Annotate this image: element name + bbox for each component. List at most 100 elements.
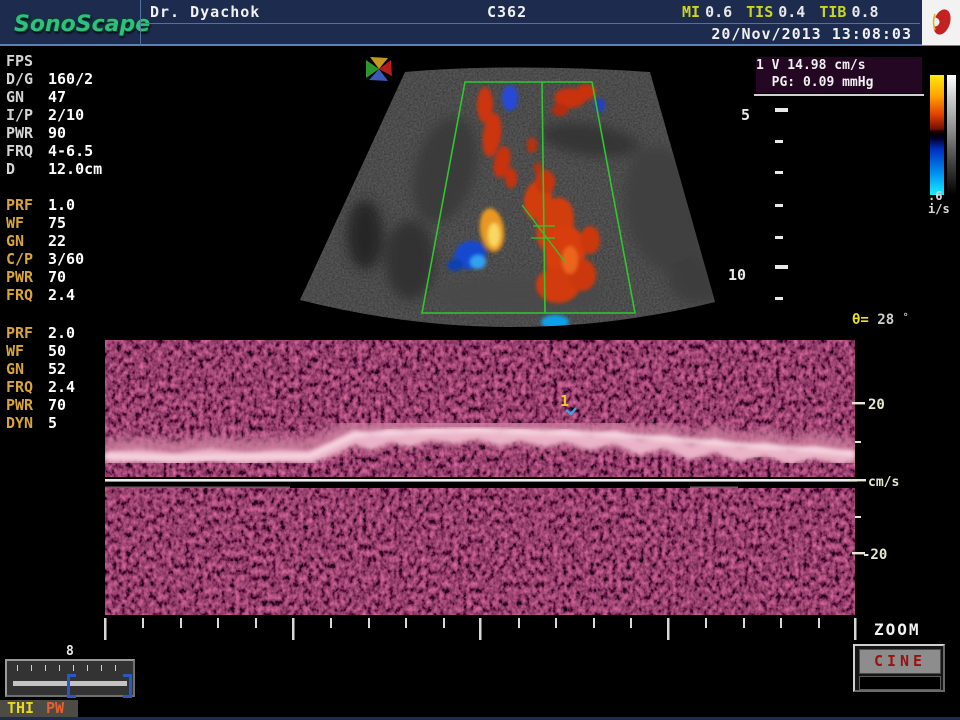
slider-tick: [45, 665, 46, 671]
param-label: PWR: [6, 268, 48, 286]
measurement-pg: PG: 0.09 mmHg: [756, 75, 873, 90]
param-row-prf: PRF1.0: [6, 196, 131, 214]
mi-value: 0.6: [705, 3, 732, 21]
thermal-index-group: MI0.6 TIS 0.4 TIB 0.8: [682, 3, 879, 21]
depth-label-10: 10: [728, 266, 746, 284]
pw-mode-toggle[interactable]: PW: [46, 700, 64, 717]
param-value: 2.4: [48, 378, 75, 396]
param-label: PWR: [6, 396, 48, 414]
param-value: 90: [48, 124, 66, 142]
param-label: D: [6, 160, 48, 178]
param-label: PRF: [6, 324, 48, 342]
param-value: 75: [48, 214, 66, 232]
doppler-angle-readout: θ= 28 °: [852, 312, 909, 328]
param-value: 3/60: [48, 250, 84, 268]
slider-tick: [87, 665, 88, 671]
cine-button[interactable]: CINE: [853, 644, 945, 692]
color-scale-number: .6: [928, 189, 942, 203]
tis-label: TIS: [746, 3, 773, 21]
param-label: GN: [6, 360, 48, 378]
param-label: FRQ: [6, 286, 48, 304]
param-row-depth: D12.0cm: [6, 160, 131, 178]
time-axis: [104, 618, 857, 640]
header-divider-horizontal: [140, 23, 920, 24]
spectral-doppler-display: 20 cm/s -20 1: [90, 338, 900, 640]
param-row-gn: GN47: [6, 88, 131, 106]
theta-symbol: θ=: [852, 312, 869, 328]
cine-progress-well: [859, 676, 941, 690]
axis-label-upper: 20: [868, 397, 885, 413]
grayscale-bar: [947, 75, 956, 195]
cine-scroll-slider[interactable]: [5, 659, 135, 697]
color-param-block: PRF1.0 WF75 GN22 C/P3/60 PWR70 FRQ2.4: [6, 196, 131, 304]
bmode-param-block: FPS D/G160/2 GN47 I/P2/10 PWR90 FRQ4-6.5…: [6, 52, 131, 178]
depth-ruler: 5 10: [728, 106, 788, 300]
theta-unit: °: [903, 312, 909, 323]
baseline-echo-left: [105, 487, 290, 489]
param-row-pwr: PWR70: [6, 268, 131, 286]
slider-tick: [101, 665, 102, 671]
kidney-icon: [922, 0, 960, 45]
param-label: GN: [6, 232, 48, 250]
tib-label: TIB: [819, 3, 846, 21]
thi-mode-toggle[interactable]: THI: [7, 700, 34, 717]
zoom-status-label: ZOOM: [874, 620, 921, 639]
param-row-cp: C/P3/60: [6, 250, 131, 268]
velocity-axis: 20 cm/s -20: [850, 397, 899, 563]
param-value: 2.0: [48, 324, 75, 342]
color-scale-unit: i/s: [928, 202, 950, 216]
tib-index: TIB 0.8: [819, 3, 878, 21]
param-row-frq: FRQ2.4: [6, 286, 131, 304]
param-label: D/G: [6, 70, 48, 88]
param-label: FPS: [6, 52, 48, 70]
param-value: 2.4: [48, 286, 75, 304]
slider-handle-left[interactable]: [67, 674, 76, 698]
param-value: 47: [48, 88, 66, 106]
theta-value: 28: [877, 312, 894, 328]
param-value: 160/2: [48, 70, 93, 88]
tis-index: TIS 0.4: [746, 3, 805, 21]
tib-value: 0.8: [851, 3, 878, 21]
param-row-fps: FPS: [6, 52, 131, 70]
param-value: 12.0cm: [48, 160, 102, 178]
cine-button-label[interactable]: CINE: [859, 649, 941, 674]
probe-orientation-icon: [366, 57, 392, 81]
spectral-noise-lower: [105, 488, 855, 615]
slider-tick: [115, 665, 116, 671]
tis-value: 0.4: [778, 3, 805, 21]
ultrasound-screen: SonoScape Dr. Dyachok C362 MI0.6 TIS0.4 …: [0, 0, 960, 720]
spectral-marker-1[interactable]: 1: [560, 392, 569, 410]
slider-tick: [73, 665, 74, 671]
slider-tick: [31, 665, 32, 671]
measurement-underline: [754, 94, 924, 96]
param-row-gn: GN22: [6, 232, 131, 250]
baseline-echo-right: [690, 487, 738, 489]
param-row-pwr: PWR90: [6, 124, 131, 142]
param-label: I/P: [6, 106, 48, 124]
param-row-wf: WF75: [6, 214, 131, 232]
param-row-frq: FRQ4-6.5: [6, 142, 131, 160]
mode-indicator-strip: THI PW: [0, 700, 78, 717]
slider-tick: [59, 665, 60, 671]
cine-frame-number: 8: [66, 644, 74, 659]
param-label: PWR: [6, 124, 48, 142]
probe-model: C362: [487, 3, 527, 21]
param-value: 70: [48, 396, 66, 414]
param-value: 1.0: [48, 196, 75, 214]
param-label: DYN: [6, 414, 48, 432]
param-label: FRQ: [6, 378, 48, 396]
param-value: 2/10: [48, 106, 84, 124]
color-scale-value: .6i/s: [928, 190, 958, 216]
param-row-dg: D/G160/2: [6, 70, 131, 88]
color-doppler-scale-bar: [930, 75, 944, 195]
param-value: 4-6.5: [48, 142, 93, 160]
sonoscape-logo: SonoScape: [14, 12, 150, 37]
param-label: WF: [6, 214, 48, 232]
slider-handle-right[interactable]: [123, 674, 132, 698]
param-value: 70: [48, 268, 66, 286]
param-row-ip: I/P2/10: [6, 106, 131, 124]
depth-label-5: 5: [741, 106, 750, 124]
param-label: FRQ: [6, 142, 48, 160]
spectral-baseline[interactable]: [105, 479, 857, 482]
mi-index: MI0.6: [682, 3, 732, 21]
